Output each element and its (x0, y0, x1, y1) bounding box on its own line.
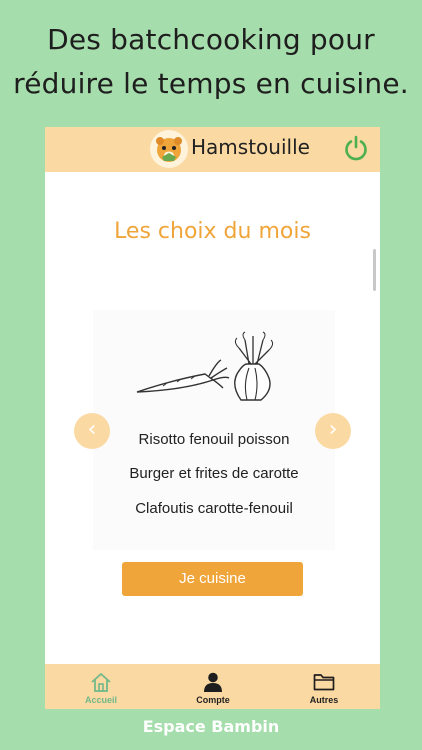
carousel-next-button[interactable]: › (315, 413, 351, 449)
folder-icon (313, 674, 335, 691)
user-icon (204, 672, 222, 692)
carrot-fennel-icon (133, 330, 303, 402)
power-icon[interactable] (342, 134, 370, 162)
tab-label: Accueil (84, 695, 117, 705)
scrollbar[interactable] (373, 249, 376, 291)
tab-bar: Accueil Compte Autres (45, 664, 380, 709)
tab-compte[interactable]: Compte (157, 664, 269, 709)
carousel-prev-button[interactable]: ‹ (74, 413, 110, 449)
hamster-logo-icon (150, 130, 188, 168)
app-title: Hamstouille (191, 135, 310, 159)
headline-line-1: Des batchcooking pour (47, 23, 375, 56)
tab-label: Compte (196, 695, 230, 705)
headline-line-2: réduire le temps en cuisine. (13, 67, 409, 100)
home-icon (91, 673, 111, 692)
tab-label: Autres (309, 695, 339, 705)
footer-label: Espace Bambin (142, 717, 280, 736)
app-header: Hamstouille (45, 127, 380, 172)
recipe-item[interactable]: Burger et frites de carotte (93, 465, 335, 482)
headline: Des batchcooking pour réduire le temps e… (0, 18, 422, 106)
recipe-item[interactable]: Clafoutis carotte-fenouil (93, 500, 335, 517)
recipe-card: Risotto fenouil poisson Burger et frites… (93, 310, 335, 550)
recipe-item[interactable]: Risotto fenouil poisson (93, 431, 335, 448)
app-screen: Hamstouille Les choix du mois Risotto fe… (45, 127, 380, 709)
section-title: Les choix du mois (114, 219, 311, 244)
tab-accueil[interactable]: Accueil (45, 664, 157, 709)
tab-autres[interactable]: Autres (268, 664, 380, 709)
cook-button[interactable]: Je cuisine (122, 562, 303, 596)
